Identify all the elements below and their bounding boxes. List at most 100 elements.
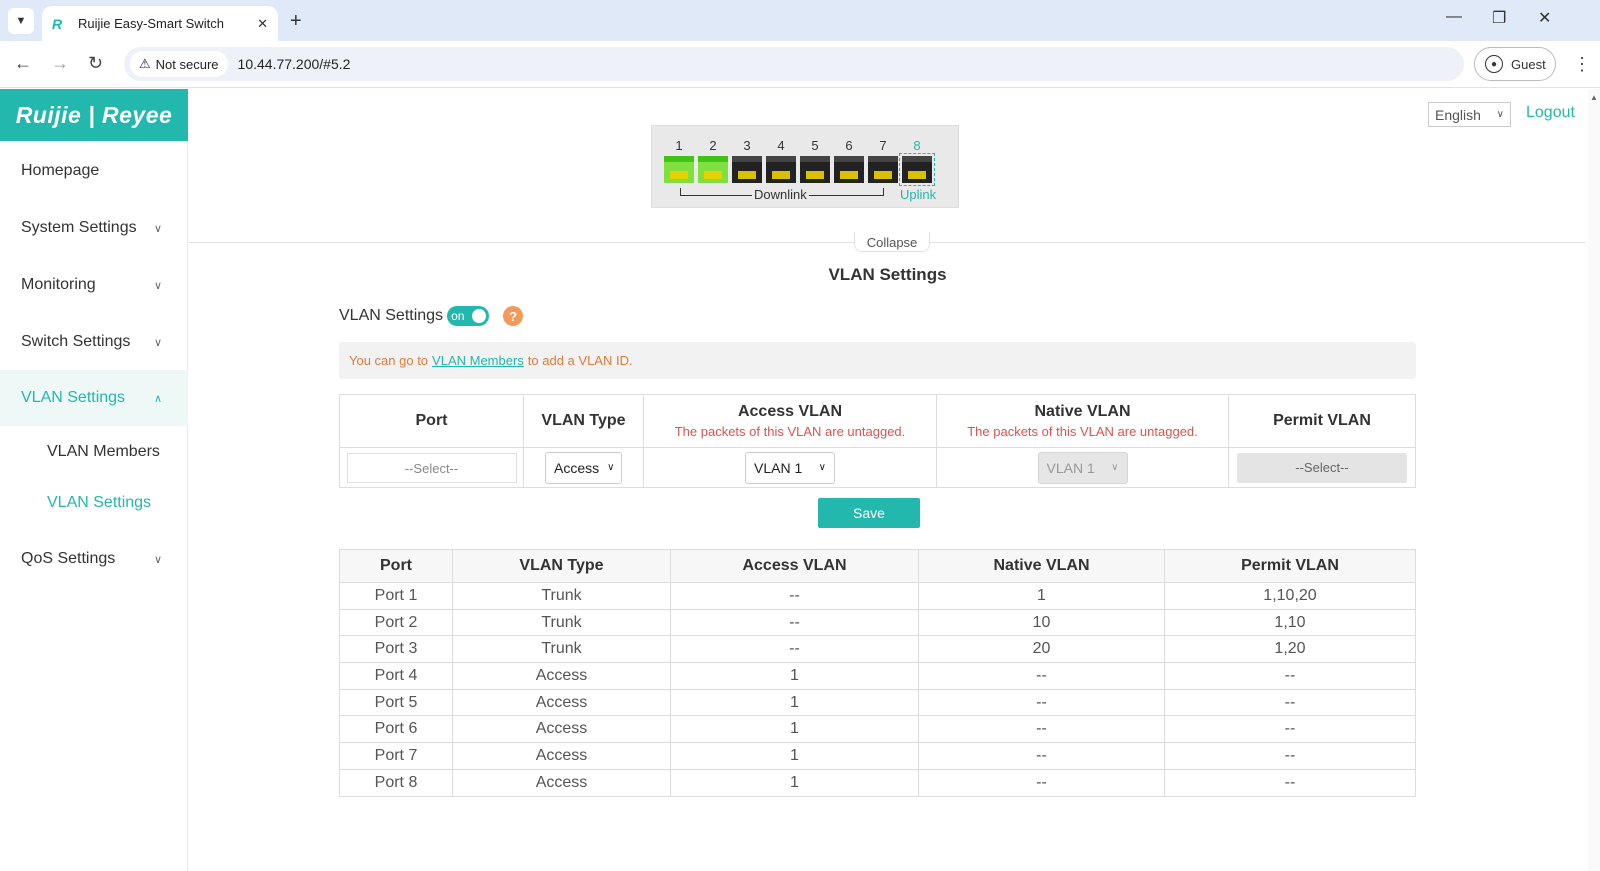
table-cell: 1,10 (1164, 608, 1416, 637)
logout-link[interactable]: Logout (1526, 104, 1575, 122)
switch-port-panel: 1 2 3 4 5 6 7 8 Downlink Uplink (651, 125, 959, 208)
port-5-jack[interactable] (800, 156, 830, 183)
sidebar-item-vlan-settings[interactable]: VLAN Settings ∧ (0, 370, 188, 426)
logo-text: Ruijie | Reyee (15, 101, 173, 128)
port-select-input[interactable]: --Select-- (346, 452, 517, 483)
back-arrow-icon[interactable]: ← (14, 53, 32, 74)
native-vlan-select[interactable]: VLAN 1 ∨ (1037, 451, 1128, 484)
reload-icon[interactable]: ↻ (88, 53, 103, 74)
sidebar-item-switch-settings[interactable]: Switch Settings ∨ (0, 314, 188, 370)
port-number: 3 (743, 138, 751, 153)
port-8-jack[interactable] (899, 153, 935, 186)
col-header-vlan-type: VLAN Type (523, 394, 644, 448)
notice-suffix: to add a VLAN ID. (527, 353, 633, 368)
table-row: Port 7 Access 1 -- -- (339, 742, 1416, 770)
tab-search-button[interactable]: ▼ (8, 8, 34, 34)
table-cell: -- (670, 635, 919, 664)
collapse-button[interactable]: Collapse (854, 232, 930, 252)
security-label: Not secure (155, 56, 219, 72)
sidebar-item-label: Monitoring (21, 276, 96, 293)
access-vlan-select[interactable]: VLAN 1 ∨ (745, 451, 835, 484)
info-notice: You can go to VLAN Members to add a VLAN… (339, 342, 1416, 379)
window-close-icon[interactable]: ✕ (1538, 8, 1551, 28)
browser-tab[interactable]: R Ruijie Easy-Smart Switch ✕ (42, 6, 278, 41)
native-vlan-cell: VLAN 1 ∨ (936, 447, 1229, 488)
table-cell: Access (452, 715, 671, 744)
language-select[interactable]: English ∨ (1428, 102, 1511, 127)
tab-close-button[interactable]: ✕ (257, 16, 268, 32)
port-number: 8 (913, 138, 921, 153)
ruijie-favicon-icon: R (52, 15, 63, 32)
sidebar-subitem-label: VLAN Members (47, 443, 160, 460)
table-row: Port 6 Access 1 -- -- (339, 715, 1416, 744)
vertical-scrollbar[interactable]: ▲ (1588, 89, 1600, 871)
chevron-down-icon: ∨ (153, 222, 162, 235)
table-row: Port 1 Trunk -- 1 1,10,20 (339, 582, 1416, 610)
uplink-label: Uplink (900, 187, 937, 202)
profile-button[interactable]: ● Guest (1474, 47, 1556, 81)
scroll-up-arrow-icon[interactable]: ▲ (1590, 93, 1598, 102)
toggle-state-text: on (451, 309, 465, 323)
chevron-down-icon: ∨ (607, 462, 615, 473)
help-icon[interactable]: ? (503, 306, 524, 326)
table-cell: -- (670, 582, 919, 610)
table-cell: 1 (670, 662, 919, 690)
table-cell: -- (1164, 715, 1416, 744)
browser-tabbar: ▼ R Ruijie Easy-Smart Switch ✕ + — ❐ ✕ (0, 0, 1600, 41)
sidebar-item-system-settings[interactable]: System Settings ∨ (0, 200, 188, 256)
table-cell: -- (918, 688, 1165, 717)
table-cell: Access (452, 662, 671, 690)
port-2-jack[interactable] (698, 156, 728, 183)
vlan-summary-table: Port VLAN Type Access VLAN Native VLAN P… (339, 549, 1416, 797)
toggle-knob (472, 309, 487, 323)
port-4-jack[interactable] (766, 156, 796, 183)
table-cell: Trunk (452, 582, 671, 610)
col-header-port: Port (339, 394, 524, 448)
table-cell: Port 1 (339, 582, 453, 610)
port-number: 4 (777, 138, 785, 153)
more-menu-icon[interactable]: ⋮ (1573, 54, 1591, 75)
table-row: Port 3 Trunk -- 20 1,20 (339, 635, 1416, 664)
col-header: Access VLAN (670, 549, 919, 583)
sidebar-item-homepage[interactable]: Homepage (0, 143, 188, 199)
port-6-jack[interactable] (834, 156, 864, 183)
col-header: VLAN Type (452, 549, 671, 583)
sidebar-subitem-vlan-members[interactable]: VLAN Members (0, 429, 188, 475)
table-cell: -- (918, 768, 1165, 797)
port-3-jack[interactable] (732, 156, 762, 183)
permit-vlan-select[interactable]: --Select-- (1237, 452, 1407, 483)
language-value: English (1435, 106, 1481, 123)
chevron-down-icon: ∨ (818, 462, 826, 473)
col-header-native-vlan: Native VLAN The packets of this VLAN are… (936, 394, 1229, 448)
col-header: Port (339, 549, 453, 583)
vlan-members-link[interactable]: VLAN Members (432, 353, 524, 368)
vlan-settings-toggle[interactable]: on (447, 306, 490, 326)
table-cell: -- (918, 715, 1165, 744)
sidebar-subitem-vlan-settings[interactable]: VLAN Settings (0, 480, 188, 526)
table-cell: Port 3 (339, 635, 453, 664)
table-cell: -- (918, 742, 1165, 770)
security-chip[interactable]: ⚠ Not secure (130, 51, 228, 77)
sidebar-item-monitoring[interactable]: Monitoring ∨ (0, 257, 188, 313)
new-tab-button[interactable]: + (290, 10, 302, 33)
forward-arrow-icon[interactable]: → (51, 53, 69, 74)
save-button[interactable]: Save (818, 498, 920, 528)
chevron-down-icon: ∨ (153, 279, 162, 292)
url-bar[interactable]: ⚠ Not secure 10.44.77.200/#5.2 (124, 47, 1464, 81)
chevron-down-icon: ▼ (15, 15, 27, 27)
url-text[interactable]: 10.44.77.200/#5.2 (238, 56, 351, 72)
restore-icon[interactable]: ❐ (1492, 8, 1506, 28)
tab-title: Ruijie Easy-Smart Switch (78, 16, 224, 31)
access-vlan-note: The packets of this VLAN are untagged. (674, 424, 906, 439)
col-header-access-vlan: Access VLAN The packets of this VLAN are… (643, 394, 937, 448)
table-cell: -- (1164, 662, 1416, 690)
minimize-icon[interactable]: — (1446, 8, 1462, 26)
table-cell: -- (918, 662, 1165, 690)
vlan-type-select[interactable]: Access ∨ (545, 451, 622, 484)
port-1-jack[interactable] (664, 156, 694, 183)
summary-table-body: Port 1 Trunk -- 1 1,10,20 Port 2 Trunk -- 10 1,10… (339, 582, 1416, 797)
page-title: VLAN Settings (828, 265, 947, 284)
port-number: 2 (709, 138, 717, 153)
port-7-jack[interactable] (868, 156, 898, 183)
sidebar-item-qos-settings[interactable]: QoS Settings ∨ (0, 531, 188, 587)
